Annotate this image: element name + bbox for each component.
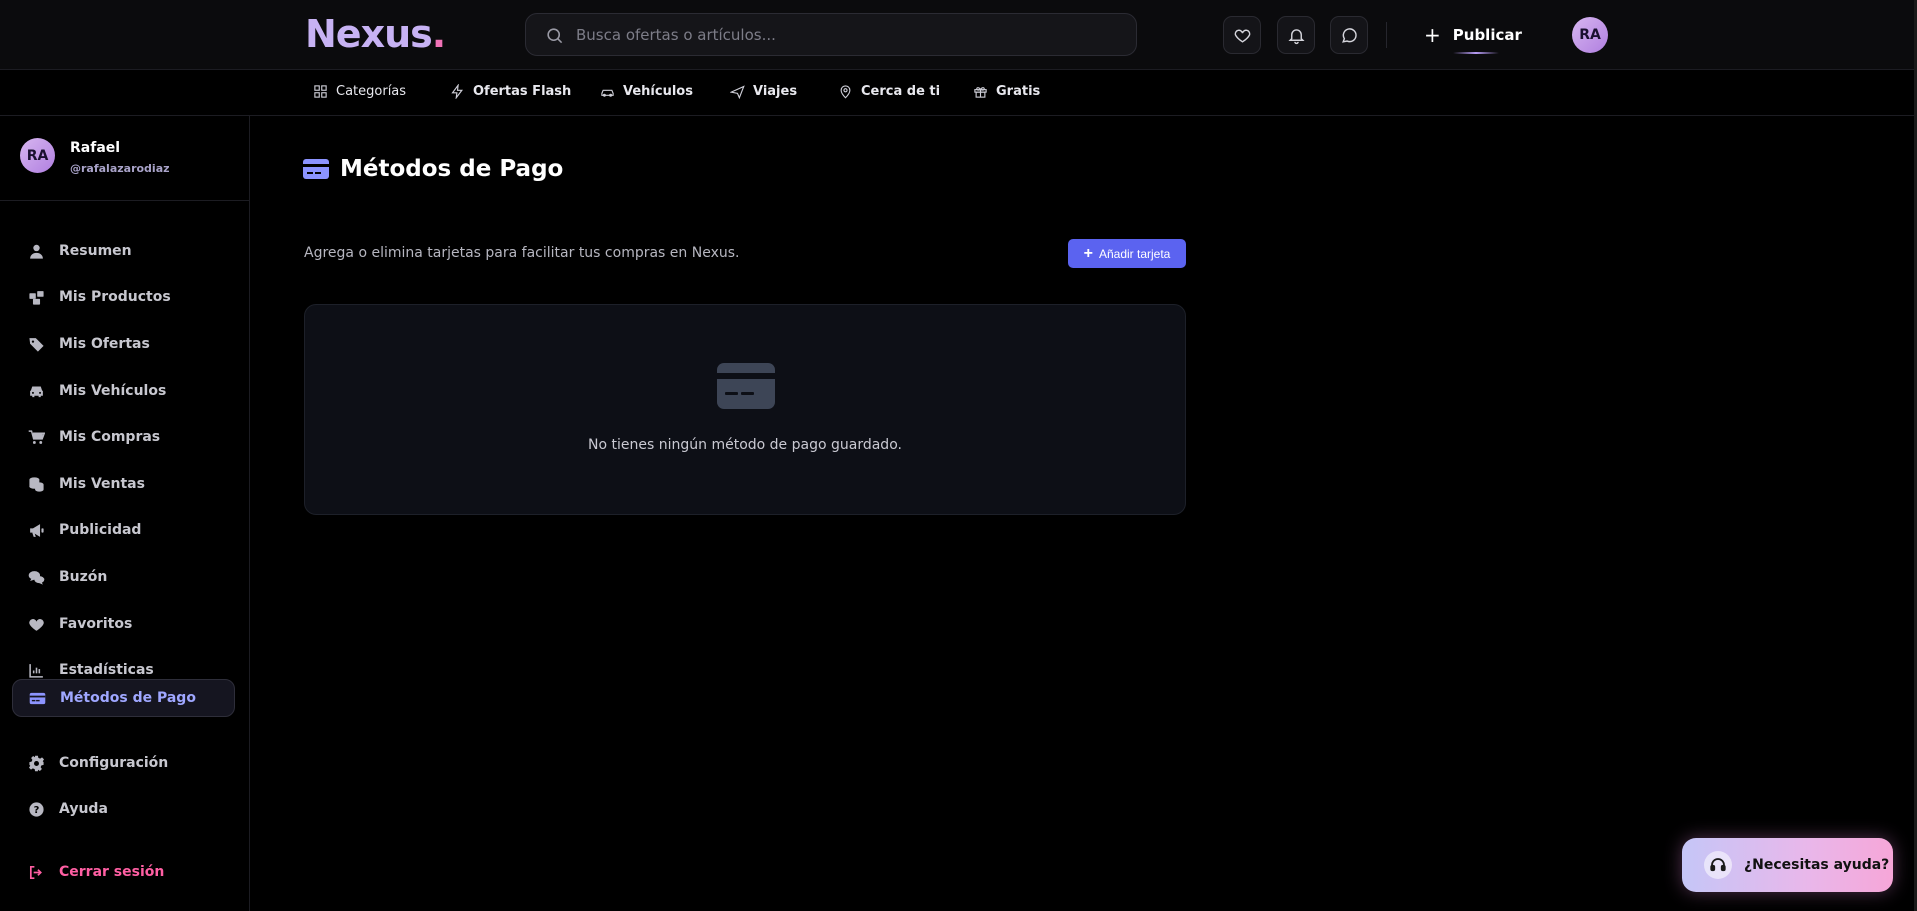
nav-label: Ofertas Flash [473, 84, 572, 99]
comments-icon [28, 570, 45, 585]
add-card-button[interactable]: + Añadir tarjeta [1068, 239, 1186, 268]
megaphone-icon [30, 523, 44, 537]
nav-item-gratis[interactable]: Gratis [973, 84, 1040, 99]
sidebar-item-resumen[interactable]: Resumen [12, 232, 235, 270]
help-chat-button[interactable]: ¿Necesitas ayuda? [1682, 838, 1893, 892]
svg-text:?: ? [34, 805, 40, 816]
sidebar-item-label: Ayuda [59, 801, 108, 817]
sidebar-item-label: Resumen [59, 243, 132, 259]
headset-icon [1710, 858, 1726, 872]
headset-icon-wrap [1704, 851, 1732, 879]
publish-label: Publicar [1452, 26, 1522, 44]
credit-card-icon [717, 363, 775, 409]
credit-card-icon [29, 692, 46, 704]
search-icon [547, 28, 563, 44]
category-navbar: Categorías Ofertas Flash Vehículos Viaje… [0, 70, 1914, 116]
sidebar-item-buzon[interactable]: Buzón [12, 558, 235, 596]
profile-avatar: RA [20, 138, 55, 173]
sidebar-item-label: Publicidad [59, 522, 142, 538]
sidebar-item-publicidad[interactable]: Publicidad [12, 511, 235, 549]
plus-icon: + [1424, 23, 1441, 47]
notifications-button[interactable] [1277, 16, 1315, 54]
sidebar-item-mis-vehiculos[interactable]: Mis Vehículos [12, 372, 235, 410]
nav-label: Viajes [753, 84, 798, 99]
brand-name: Nexus [305, 12, 433, 56]
car-icon [30, 386, 43, 397]
boxes-icon [29, 290, 44, 305]
profile-username: @rafalazarodiaz [70, 162, 170, 175]
sidebar-item-label: Favoritos [59, 616, 133, 632]
nav-item-cerca-de-ti[interactable]: Cerca de ti [838, 84, 940, 99]
logout-icon [29, 865, 42, 879]
coins-icon [29, 476, 44, 492]
car-icon [601, 89, 614, 97]
sidebar-item-configuracion[interactable]: Configuración [12, 744, 235, 782]
sidebar-item-label: Mis Productos [59, 289, 171, 305]
logout-label: Cerrar sesión [59, 864, 165, 880]
sidebar-item-mis-ventas[interactable]: Mis Ventas [12, 465, 235, 503]
help-label: ¿Necesitas ayuda? [1744, 857, 1890, 873]
sidebar-item-metodos-de-pago[interactable]: Métodos de Pago [12, 679, 235, 717]
user-icon [30, 244, 43, 259]
page-subtitle: Agrega o elimina tarjetas para facilitar… [304, 245, 740, 261]
top-header: Nexus. + Publicar RA [0, 0, 1914, 70]
nav-item-viajes[interactable]: Viajes [730, 84, 797, 99]
add-card-label: Añadir tarjeta [1098, 246, 1171, 261]
logout-button[interactable]: Cerrar sesión [12, 853, 235, 891]
sidebar-item-favoritos[interactable]: Favoritos [12, 605, 235, 643]
nav-label: Categorías [336, 84, 407, 99]
plus-icon: + [1083, 244, 1093, 262]
publish-underline [1453, 52, 1499, 54]
heart-icon [29, 618, 44, 631]
heart-icon [1234, 29, 1250, 43]
nav-label: Vehículos [623, 84, 693, 99]
sidebar-item-label: Métodos de Pago [60, 690, 196, 706]
sidebar-item-ayuda[interactable]: ? Ayuda [12, 790, 235, 828]
nav-item-ofertas-flash[interactable]: Ofertas Flash [450, 84, 571, 99]
nav-item-categorias[interactable]: Categorías [313, 84, 406, 99]
page-title: Métodos de Pago [340, 156, 564, 182]
plane-icon [730, 85, 745, 99]
user-avatar[interactable]: RA [1572, 17, 1608, 53]
sidebar-item-label: Estadísticas [59, 662, 154, 678]
sidebar-item-mis-ofertas[interactable]: Mis Ofertas [12, 325, 235, 363]
cart-icon [28, 429, 45, 444]
bolt-icon [451, 84, 463, 99]
sidebar-item-mis-productos[interactable]: Mis Productos [12, 278, 235, 316]
tags-icon [29, 337, 44, 352]
sidebar-item-label: Mis Compras [59, 429, 161, 445]
brand-logo[interactable]: Nexus. [305, 12, 446, 56]
header-divider [1386, 22, 1387, 48]
publish-button[interactable]: + Publicar [1424, 18, 1522, 52]
brand-dot: . [431, 12, 446, 56]
sidebar-item-label: Configuración [59, 755, 169, 771]
question-icon: ? [29, 801, 44, 817]
messages-button[interactable] [1330, 16, 1368, 54]
search-bar [525, 13, 1137, 56]
profile-name: Rafael [70, 140, 121, 156]
sidebar-item-mis-compras[interactable]: Mis Compras [12, 418, 235, 456]
nav-label: Cerca de ti [861, 84, 941, 99]
nav-label: Gratis [996, 84, 1041, 99]
page-header: Métodos de Pago [302, 155, 563, 183]
gift-icon [974, 87, 987, 98]
sidebar-item-label: Mis Ventas [59, 476, 145, 492]
favorites-button[interactable] [1223, 16, 1261, 54]
sidebar-item-label: Mis Vehículos [59, 383, 167, 399]
sidebar: RA Rafael @rafalazarodiaz Resumen Mis Pr… [0, 116, 250, 911]
grid-icon [314, 85, 327, 98]
empty-state-card: No tienes ningún método de pago guardado… [304, 304, 1186, 515]
empty-state-message: No tienes ningún método de pago guardado… [588, 437, 902, 453]
bell-icon [1287, 28, 1305, 44]
sidebar-item-label: Buzón [59, 569, 108, 585]
search-input[interactable] [576, 14, 1116, 55]
nav-item-vehiculos[interactable]: Vehículos [600, 84, 693, 99]
pin-icon [840, 85, 851, 99]
chat-icon [1341, 27, 1357, 43]
gear-icon [28, 755, 45, 771]
credit-card-icon [303, 159, 329, 179]
profile-card[interactable]: RA Rafael @rafalazarodiaz [0, 116, 249, 201]
chart-icon [29, 663, 43, 678]
sidebar-item-label: Mis Ofertas [59, 336, 150, 352]
